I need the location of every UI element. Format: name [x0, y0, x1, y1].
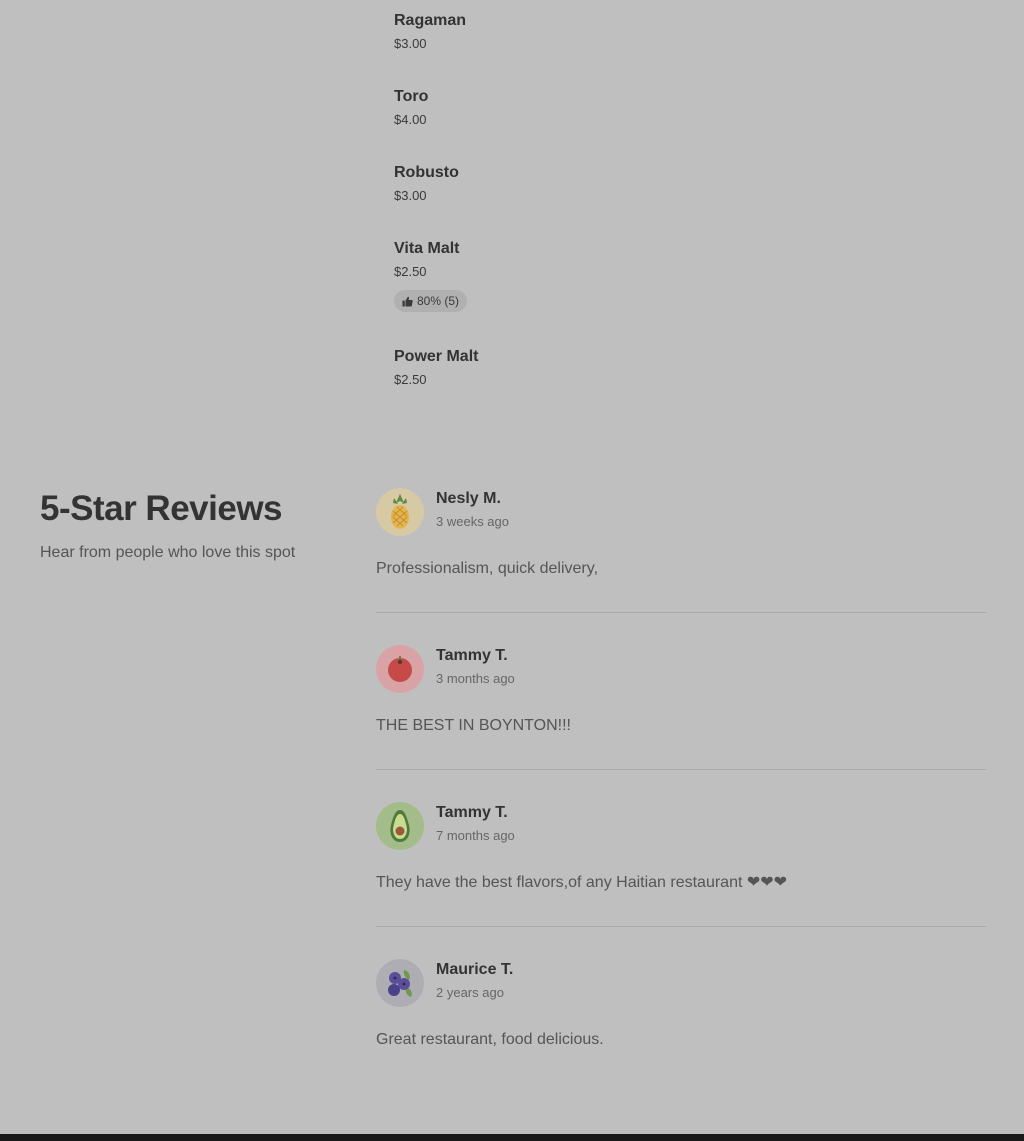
- reviewer-avatar: [376, 959, 424, 1007]
- review-date: 3 months ago: [436, 671, 515, 686]
- menu-item-robusto[interactable]: Robusto $3.00: [394, 163, 459, 204]
- reviewer-name: Tammy T.: [436, 804, 508, 821]
- reviewer-avatar: [376, 645, 424, 693]
- review-card: Nesly M. 3 weeks ago Professionalism, qu…: [376, 488, 986, 579]
- review-text: Professionalism, quick delivery,: [376, 560, 599, 577]
- review-divider: [376, 926, 986, 927]
- menu-item-name: Robusto: [394, 164, 459, 181]
- menu-item-price: $3.00: [394, 36, 427, 51]
- review-date: 3 weeks ago: [436, 514, 509, 529]
- thumbs-up-icon: [402, 296, 413, 307]
- menu-item-name: Vita Malt: [394, 240, 460, 257]
- review-divider: [376, 769, 986, 770]
- review-card: Tammy T. 7 months ago They have the best…: [376, 802, 986, 893]
- tomato-icon: [385, 654, 415, 684]
- menu-item-toro[interactable]: Toro $4.00: [394, 87, 428, 128]
- review-text: They have the best flavors,of any Haitia…: [376, 874, 788, 891]
- review-text: Great restaurant, food delicious.: [376, 1031, 604, 1048]
- menu-item-vita-malt[interactable]: Vita Malt $2.50 80% (5): [394, 239, 468, 312]
- menu-item-name: Toro: [394, 88, 429, 105]
- footer-bar: [0, 1134, 1024, 1141]
- reviewer-name: Tammy T.: [436, 647, 508, 664]
- review-card: Maurice T. 2 years ago Great restaurant,…: [376, 959, 986, 1050]
- menu-item-name: Power Malt: [394, 348, 479, 365]
- menu-item-ragaman[interactable]: Ragaman $3.00: [394, 11, 466, 52]
- reviewer-avatar: [376, 488, 424, 536]
- menu-item-price: $4.00: [394, 112, 427, 127]
- blueberry-icon: [384, 966, 416, 1000]
- menu-item-price: $2.50: [394, 264, 427, 279]
- menu-item-power-malt[interactable]: Power Malt $2.50: [394, 347, 478, 388]
- review-divider: [376, 612, 986, 613]
- reviews-subtitle: Hear from people who love this spot: [40, 544, 296, 561]
- review-text: THE BEST IN BOYNTON!!!: [376, 717, 571, 734]
- menu-item-price: $3.00: [394, 188, 427, 203]
- reviews-title: 5-Star Reviews: [40, 489, 283, 528]
- reviews-heading: 5-Star Reviews Hear from people who love…: [40, 486, 340, 562]
- review-date: 2 years ago: [436, 985, 504, 1000]
- avocado-icon: [387, 808, 413, 844]
- rating-badge: 80% (5): [394, 290, 468, 312]
- reviewer-avatar: [376, 802, 424, 850]
- pineapple-icon: [385, 492, 415, 532]
- rating-text: 80% (5): [417, 294, 460, 308]
- menu-item-name: Ragaman: [394, 12, 467, 29]
- review-date: 7 months ago: [436, 828, 515, 843]
- review-card: Tammy T. 3 months ago THE BEST IN BOYNTO…: [376, 645, 986, 736]
- reviewer-name: Maurice T.: [436, 961, 514, 978]
- reviewer-name: Nesly M.: [436, 490, 501, 507]
- menu-item-price: $2.50: [394, 372, 427, 387]
